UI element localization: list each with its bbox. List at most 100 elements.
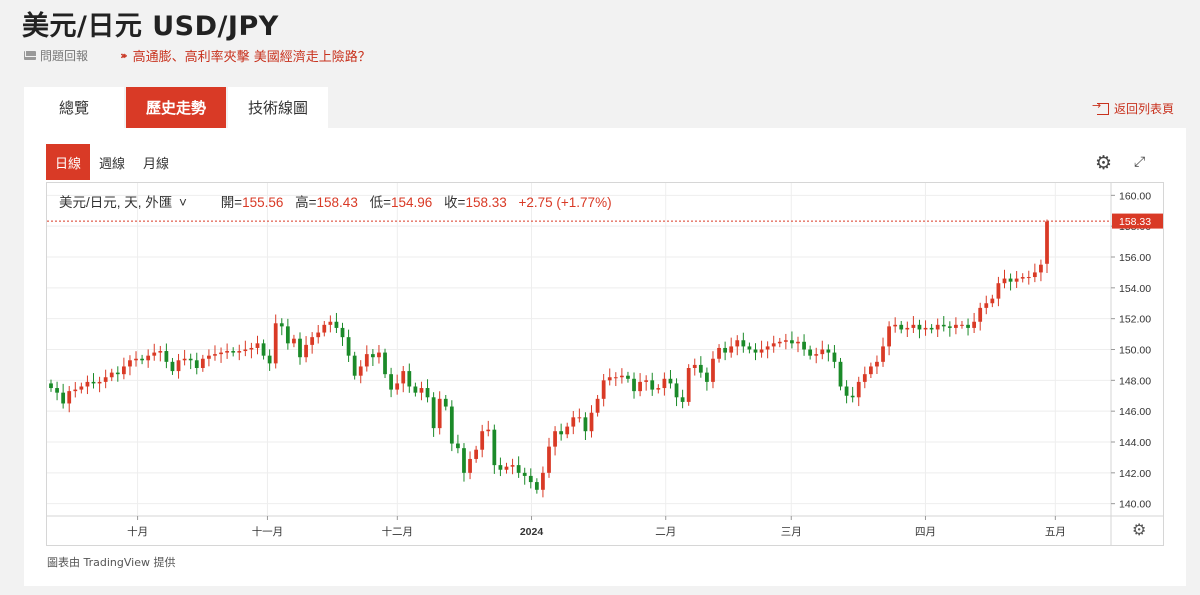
candle <box>966 318 970 336</box>
tab-overview[interactable]: 總覽 <box>24 87 124 128</box>
candle-body <box>717 347 721 359</box>
candle-body <box>583 417 588 432</box>
tradingview-link[interactable]: TradingView <box>84 556 150 569</box>
candle <box>960 320 964 329</box>
candle-body <box>692 364 697 368</box>
interval-weekly[interactable]: 週線 <box>90 144 134 180</box>
price-axis: 160.00158.00156.00154.00152.00150.00148.… <box>1111 190 1151 511</box>
tab-history[interactable]: 歷史走勢 <box>126 87 226 128</box>
candle-body <box>352 355 357 376</box>
candle-body <box>67 391 72 404</box>
candle <box>601 374 606 407</box>
candle-body <box>522 472 527 476</box>
fullscreen-expand-icon[interactable]: ⤢ <box>1134 154 1146 170</box>
candle <box>1045 219 1049 274</box>
candle <box>656 384 661 394</box>
candle-body <box>425 388 430 398</box>
candle <box>328 315 333 333</box>
candle <box>61 383 66 409</box>
x-tick-label: 四月 <box>915 526 936 538</box>
candle-body <box>777 341 782 344</box>
candle-body <box>935 324 940 330</box>
candle-body <box>966 324 970 328</box>
candle-body <box>577 417 582 419</box>
candle <box>917 319 922 339</box>
candle-body <box>115 372 120 375</box>
headline-link[interactable]: ››› 高通膨、高利率夾擊 美國經濟走上險路？ <box>120 46 371 65</box>
candle-body <box>134 358 138 361</box>
tab-technical-chart[interactable]: 技術線圖 <box>228 87 328 128</box>
candle <box>170 357 175 375</box>
candle <box>790 331 794 349</box>
candle <box>298 332 302 365</box>
candle <box>723 341 728 361</box>
candle <box>340 322 345 346</box>
candle-body <box>255 343 260 348</box>
candle-body <box>832 352 837 362</box>
candle-body <box>960 324 964 326</box>
candle <box>255 335 260 355</box>
chart-frame[interactable]: 160.00158.00156.00154.00152.00150.00148.… <box>46 182 1164 546</box>
candle <box>419 381 424 401</box>
candle <box>692 358 697 376</box>
candle <box>128 355 132 376</box>
price-tag: 158.33 <box>1112 213 1163 229</box>
legend-change: +2.75 (+1.77%) <box>519 195 612 210</box>
candle-body <box>862 374 867 382</box>
candle <box>389 367 393 398</box>
candle-body <box>650 380 655 390</box>
back-to-list-link[interactable]: 返回列表頁 <box>1092 99 1174 117</box>
candle <box>443 394 448 411</box>
axis-settings-gear-icon[interactable]: ⚙ <box>1132 522 1146 539</box>
candle <box>935 318 940 338</box>
candle <box>705 367 709 391</box>
candle-body <box>893 324 898 327</box>
candle-body <box>498 465 503 470</box>
legend-close: 158.33 <box>465 195 506 210</box>
candle <box>559 423 564 441</box>
candle-body <box>231 351 236 353</box>
candle <box>164 343 169 369</box>
candle-body <box>431 397 436 429</box>
candle-body <box>1002 278 1007 284</box>
candle-body <box>759 349 764 353</box>
candle-body <box>820 349 825 355</box>
candle-body <box>261 343 266 356</box>
candle <box>753 343 758 361</box>
candle-body <box>182 358 187 361</box>
candle <box>474 445 479 463</box>
candle <box>887 321 891 356</box>
candle-body <box>443 398 448 407</box>
candle <box>182 349 187 366</box>
candle <box>85 375 90 395</box>
settings-gear-icon[interactable]: ⚙ <box>1095 152 1112 174</box>
candle <box>249 342 254 359</box>
candle <box>200 354 205 372</box>
candle <box>668 370 673 389</box>
candle <box>188 353 193 370</box>
x-tick-label: 十一月 <box>252 525 283 538</box>
candlestick-chart[interactable]: 160.00158.00156.00154.00152.00150.00148.… <box>47 183 1163 545</box>
candle <box>152 343 157 361</box>
y-tick-label: 146.00 <box>1119 406 1151 418</box>
candle-body <box>929 327 934 330</box>
candle <box>516 456 521 478</box>
interval-daily[interactable]: 日線 <box>46 144 91 180</box>
legend-dropdown-icon[interactable]: ˅ <box>179 195 187 210</box>
candle-body <box>516 465 521 473</box>
candle-body <box>456 443 460 449</box>
candle <box>237 344 242 361</box>
candle <box>875 355 879 375</box>
candle <box>413 382 418 397</box>
candle-body <box>996 283 1001 299</box>
candle-body <box>279 323 284 327</box>
candle-body <box>990 298 995 304</box>
report-link[interactable]: 問題回報 <box>24 47 88 64</box>
candle-body <box>340 327 345 338</box>
candle <box>267 349 272 371</box>
candle-body <box>571 417 576 427</box>
candle <box>808 345 813 360</box>
report-label: 問題回報 <box>40 49 89 63</box>
interval-monthly[interactable]: 月線 <box>134 144 178 180</box>
y-tick-label: 160.00 <box>1119 190 1151 202</box>
